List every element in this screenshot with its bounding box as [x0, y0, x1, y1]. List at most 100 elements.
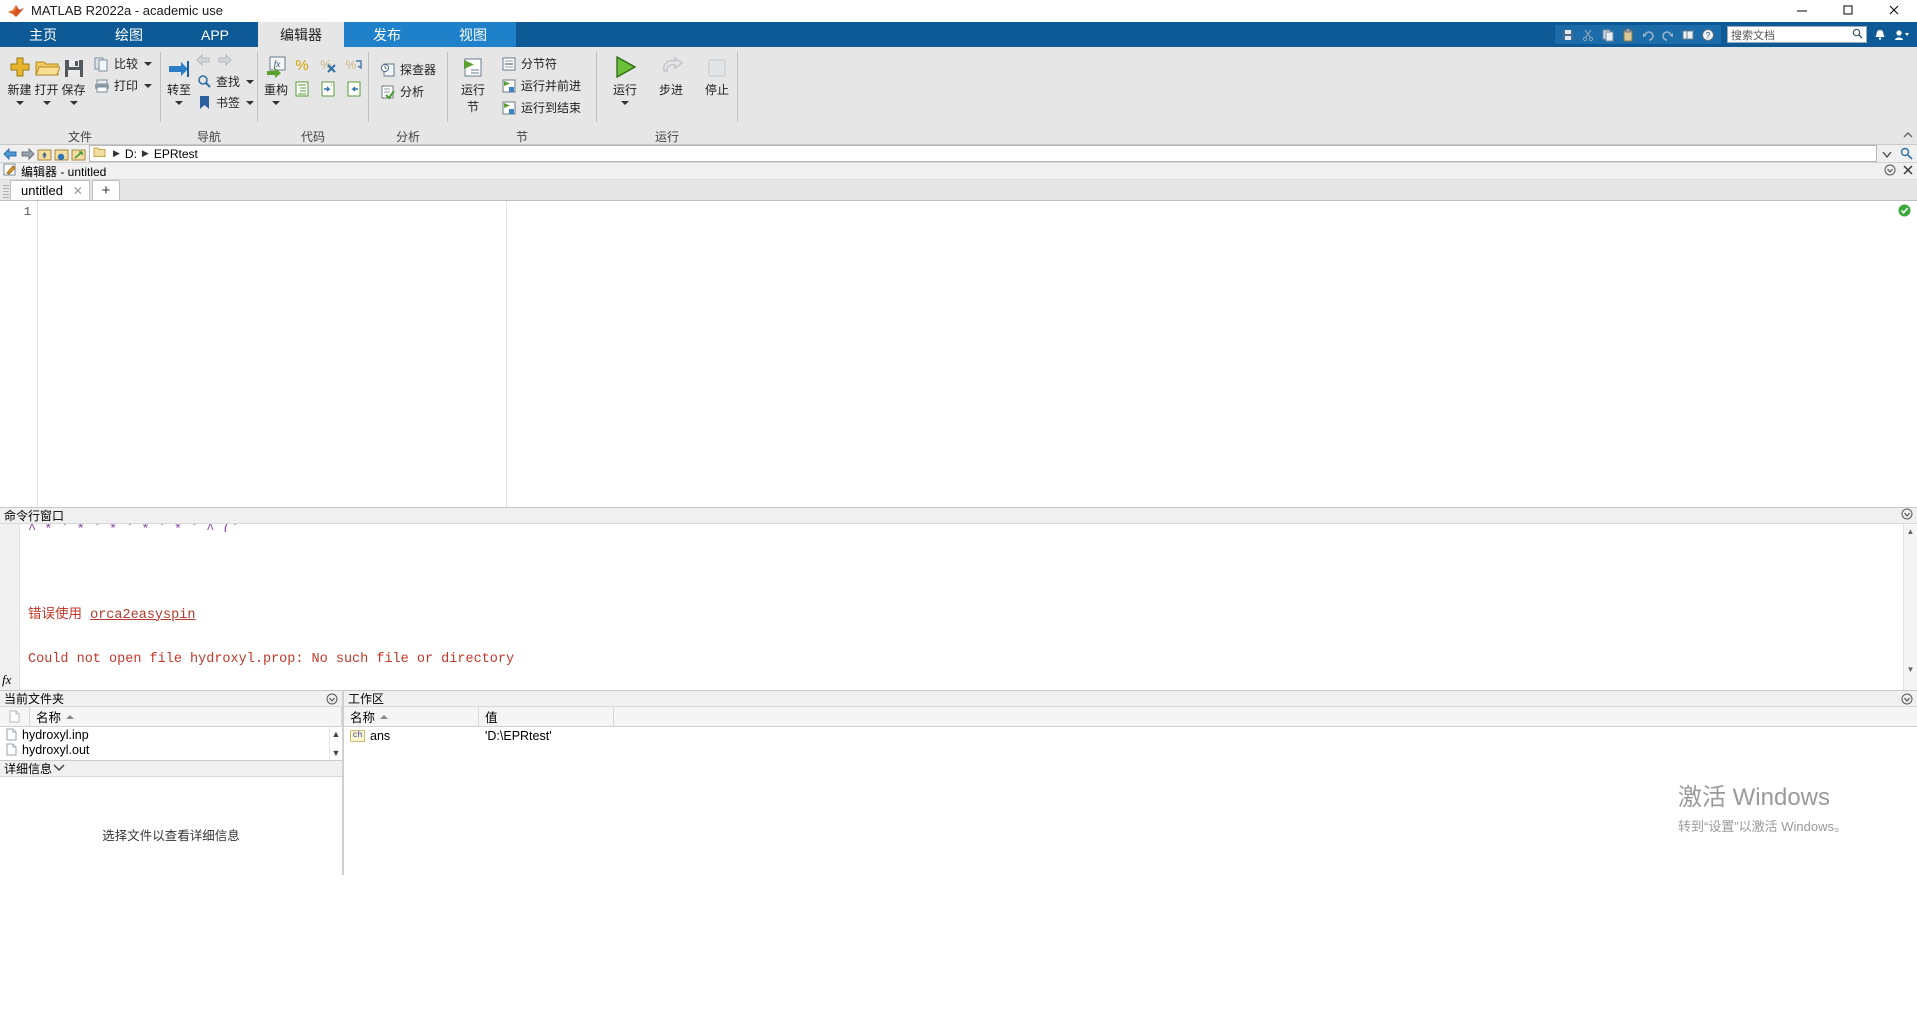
chevron-down-icon[interactable] — [69, 101, 78, 105]
forward-arrow-icon[interactable] — [217, 53, 233, 70]
tab-grip-handle[interactable] — [2, 182, 10, 200]
chevron-down-icon[interactable] — [1879, 146, 1895, 162]
current-folder-column-header[interactable]: 名称 — [0, 706, 342, 727]
indent-increase-icon[interactable] — [317, 78, 339, 99]
run-and-advance-button[interactable]: 运行并前进 — [498, 75, 583, 96]
bell-icon[interactable] — [1871, 28, 1889, 42]
copy-icon[interactable] — [1599, 26, 1617, 43]
compare-button[interactable]: 比较 — [91, 53, 154, 74]
open-file-button[interactable]: 打开 — [33, 51, 60, 105]
back-arrow-icon[interactable] — [2, 146, 18, 162]
error-function-link[interactable]: orca2easyspin — [90, 608, 195, 623]
back-arrow-icon[interactable] — [195, 53, 211, 70]
account-icon[interactable] — [1893, 28, 1911, 42]
panel-options-icon[interactable] — [326, 693, 338, 705]
breadcrumb-drive[interactable]: D: — [125, 147, 137, 161]
scroll-down-icon[interactable]: ▼ — [330, 746, 342, 760]
scroll-up-icon[interactable]: ▲ — [1904, 524, 1917, 538]
profiler-button[interactable]: 探查器 — [377, 59, 438, 80]
run-to-end-button[interactable]: 运行到结束 — [498, 97, 583, 118]
tab-view[interactable]: 视图 — [430, 22, 516, 47]
panel-minimize-icon[interactable] — [1884, 164, 1896, 179]
goto-button[interactable]: 转至 — [167, 51, 191, 105]
uncomment-icon[interactable]: % — [317, 54, 339, 75]
search-icon[interactable] — [1852, 28, 1863, 42]
analyze-button[interactable]: 分析 — [377, 81, 438, 102]
chevron-down-icon[interactable] — [144, 61, 153, 66]
help-icon[interactable]: ? — [1699, 26, 1717, 43]
print-button[interactable]: 打印 — [91, 75, 154, 96]
list-item[interactable]: hydroxyl.inp — [0, 727, 329, 742]
current-folder-file-list[interactable]: hydroxyl.inp hydroxyl.out ▲ ▼ — [0, 727, 342, 760]
tab-home[interactable]: 主页 — [0, 22, 86, 47]
layout-icon[interactable] — [1679, 26, 1697, 43]
chevron-down-icon[interactable] — [15, 101, 24, 105]
indent-decrease-icon[interactable] — [343, 78, 365, 99]
command-window-body[interactable]: fx ^ * ` * ` * ` * ` * ` ^ (` 错误使用 orca2… — [0, 524, 1917, 690]
refactor-button[interactable]: fx 重构 — [264, 51, 288, 105]
chevron-down-icon[interactable] — [42, 101, 51, 105]
scroll-up-icon[interactable]: ▲ — [330, 727, 342, 741]
tab-publish[interactable]: 发布 — [344, 22, 430, 47]
close-icon[interactable]: ✕ — [73, 184, 83, 198]
paste-icon[interactable] — [1619, 26, 1637, 43]
chevron-down-icon[interactable] — [52, 761, 66, 776]
search-input[interactable]: 搜索文档 — [1731, 27, 1852, 43]
run-button[interactable]: 运行 — [611, 51, 639, 105]
up-folder-icon[interactable] — [36, 146, 52, 162]
panel-options-icon[interactable] — [1901, 693, 1913, 705]
ribbon-collapse-icon[interactable] — [1901, 128, 1915, 142]
comment-percent-icon[interactable]: % — [291, 54, 313, 75]
editor-code-text[interactable] — [38, 201, 1917, 205]
minimize-button[interactable] — [1779, 0, 1825, 22]
bookmark-button[interactable]: 书签 — [193, 92, 256, 113]
name-column-header[interactable]: 名称 — [30, 706, 342, 727]
redo-icon[interactable] — [1659, 26, 1677, 43]
tab-plots[interactable]: 绘图 — [86, 22, 172, 47]
shortcut-folder-icon[interactable] — [70, 146, 86, 162]
search-icon[interactable] — [1898, 146, 1914, 162]
chevron-down-icon[interactable] — [246, 79, 255, 84]
editor-code-surface[interactable] — [38, 201, 1917, 507]
browse-folder-icon[interactable] — [53, 146, 69, 162]
forward-arrow-icon[interactable] — [19, 146, 35, 162]
new-file-button[interactable]: 新建 — [6, 51, 33, 105]
editor-code-area[interactable]: 1 — [0, 201, 1917, 507]
chevron-down-icon[interactable] — [621, 101, 629, 105]
tab-apps[interactable]: APP — [172, 22, 258, 47]
chevron-down-icon[interactable] — [175, 101, 183, 105]
save-icon[interactable] — [1559, 26, 1577, 43]
editor-file-tab-untitled[interactable]: untitled ✕ — [10, 180, 90, 200]
chevron-down-icon[interactable] — [246, 100, 255, 105]
workspace-variable-list[interactable]: ch ans 'D:\EPRtest' 激活 Windows 转到“设置”以激活… — [344, 727, 1917, 875]
panel-options-icon[interactable] — [1901, 508, 1913, 523]
panel-close-icon[interactable] — [1902, 164, 1914, 179]
save-file-button[interactable]: 保存 — [60, 51, 87, 105]
smart-indent-icon[interactable] — [291, 78, 313, 99]
tab-editor[interactable]: 编辑器 — [258, 22, 344, 47]
current-folder-scrollbar[interactable]: ▲ ▼ — [329, 727, 342, 760]
details-panel-header[interactable]: 详细信息 — [0, 760, 342, 777]
scroll-down-icon[interactable]: ▼ — [1904, 662, 1917, 676]
run-section-button[interactable]: 运行 节 — [454, 51, 492, 115]
command-window-output[interactable]: ^ * ` * ` * ` * ` * ` ^ (` 错误使用 orca2eas… — [20, 524, 1917, 690]
close-button[interactable] — [1871, 0, 1917, 22]
table-row[interactable]: ch ans 'D:\EPRtest' — [344, 727, 1917, 744]
section-break-button[interactable]: 分节符 — [498, 53, 583, 74]
fx-icon[interactable]: fx — [2, 672, 11, 688]
chevron-down-icon[interactable] — [272, 101, 280, 105]
ok-check-icon[interactable] — [1898, 204, 1911, 217]
chevron-down-icon[interactable] — [144, 83, 153, 88]
new-tab-button[interactable]: + — [91, 180, 120, 200]
list-item[interactable]: hydroxyl.out — [0, 742, 329, 757]
maximize-button[interactable] — [1825, 0, 1871, 22]
step-button[interactable]: 步进 — [657, 51, 685, 98]
undo-icon[interactable] — [1639, 26, 1657, 43]
path-breadcrumb-box[interactable]: ▶ D: ▶ EPRtest — [89, 145, 1877, 162]
find-button[interactable]: 查找 — [193, 71, 256, 92]
workspace-name-column-header[interactable]: 名称 — [344, 706, 479, 727]
stop-button[interactable]: 停止 — [703, 51, 731, 98]
wrap-comment-icon[interactable]: % — [343, 54, 365, 75]
documentation-search-box[interactable]: 搜索文档 — [1727, 26, 1867, 43]
workspace-value-column-header[interactable]: 值 — [479, 706, 614, 727]
